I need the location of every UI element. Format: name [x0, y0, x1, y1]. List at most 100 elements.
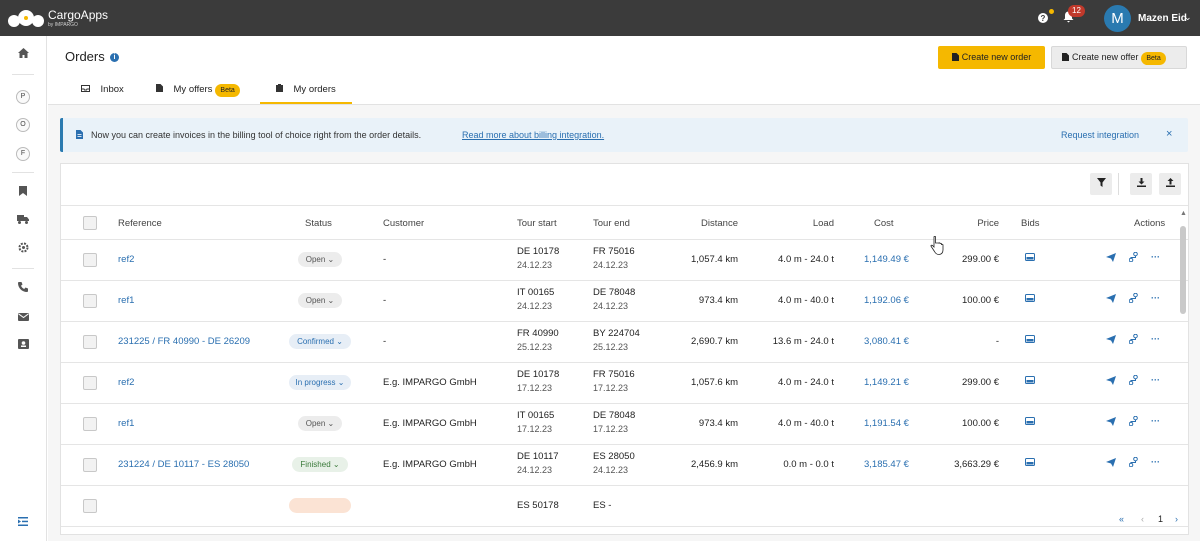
tab-my-offers[interactable]: My offers Beta [156, 84, 240, 104]
row-checkbox[interactable] [83, 499, 97, 513]
more-options-icon[interactable]: ··· [1151, 457, 1160, 467]
row-checkbox[interactable] [83, 458, 97, 472]
sidebar-item-p[interactable]: P [16, 90, 30, 104]
col-bids[interactable]: Bids [1021, 218, 1039, 229]
col-status[interactable]: Status [305, 218, 332, 229]
collapse-icon[interactable] [14, 516, 32, 532]
billing-integration-link[interactable]: Read more about billing integration. [462, 130, 604, 140]
cost-link[interactable]: 1,192.06 € [864, 295, 909, 306]
col-customer[interactable]: Customer [383, 218, 424, 229]
bookmark-icon[interactable] [14, 186, 32, 202]
send-icon[interactable] [1106, 335, 1116, 346]
more-options-icon[interactable]: ··· [1151, 334, 1160, 344]
status-dropdown[interactable]: Confirmed ⌄ [289, 334, 351, 349]
col-tour-start[interactable]: Tour start [517, 218, 557, 229]
table-row[interactable]: ref2 Open ⌄ - DE 10178 24.12.23 FR 75016 24.12… [61, 240, 1188, 281]
col-tour-end[interactable]: Tour end [593, 218, 630, 229]
table-row[interactable]: ref1 Open ⌄ E.g. IMPARGO GmbH IT 00165 17.12… [61, 404, 1188, 445]
sidebar-item-f[interactable]: F [16, 147, 30, 161]
truck-icon[interactable] [14, 214, 32, 230]
inbox-icon[interactable] [1025, 253, 1035, 263]
cost-link[interactable]: 1,149.21 € [864, 377, 909, 388]
user-name[interactable]: Mazen Eid [1138, 13, 1187, 24]
send-icon[interactable] [1106, 458, 1116, 469]
create-offer-button[interactable]: Create new offer Beta [1051, 46, 1187, 69]
help-icon[interactable]: ? [1036, 11, 1050, 25]
route-icon[interactable] [1128, 333, 1138, 346]
avatar[interactable]: M [1104, 5, 1131, 32]
send-icon[interactable] [1106, 294, 1116, 305]
inbox-icon[interactable] [1025, 294, 1035, 304]
filter-icon[interactable] [1090, 173, 1112, 195]
cost-link[interactable]: 3,185.47 € [864, 459, 909, 470]
table-row[interactable]: ES 50178 ES - [61, 486, 1188, 527]
route-icon[interactable] [1128, 251, 1138, 264]
page-number[interactable]: 1 [1158, 514, 1163, 524]
status-dropdown[interactable] [289, 498, 351, 513]
chevron-down-icon[interactable]: ⌄ [1184, 12, 1192, 23]
table-row[interactable]: 231224 / DE 10117 - ES 28050 Finished ⌄ E.… [61, 445, 1188, 486]
status-dropdown[interactable]: Open ⌄ [298, 293, 342, 308]
create-order-button[interactable]: Create new order [938, 46, 1045, 69]
first-page-icon[interactable]: « [1119, 514, 1124, 524]
mail-icon[interactable] [14, 311, 32, 327]
table-row[interactable]: ref1 Open ⌄ - IT 00165 24.12.23 DE 78048 24.12… [61, 281, 1188, 322]
inbox-icon[interactable] [1025, 376, 1035, 386]
col-price[interactable]: Price [941, 218, 999, 229]
table-row[interactable]: ref2 In progress ⌄ E.g. IMPARGO GmbH DE 101… [61, 363, 1188, 404]
order-reference-link[interactable]: 231225 / FR 40990 - DE 26209 [118, 336, 250, 347]
close-icon[interactable]: × [1166, 128, 1172, 140]
order-reference-link[interactable]: 231224 / DE 10117 - ES 28050 [118, 459, 249, 470]
info-icon[interactable]: i [110, 53, 119, 62]
row-checkbox[interactable] [83, 335, 97, 349]
route-icon[interactable] [1128, 415, 1138, 428]
col-reference[interactable]: Reference [118, 218, 162, 229]
phone-icon[interactable] [14, 282, 32, 298]
cost-link[interactable]: 3,080.41 € [864, 336, 909, 347]
tab-my-orders[interactable]: My orders [260, 84, 352, 104]
tab-inbox[interactable]: Inbox [81, 84, 124, 104]
row-checkbox[interactable] [83, 417, 97, 431]
inbox-icon[interactable] [1025, 417, 1035, 427]
table-row[interactable]: 231225 / FR 40990 - DE 26209 Confirmed ⌄ -… [61, 322, 1188, 363]
gear-icon[interactable] [14, 242, 32, 258]
route-icon[interactable] [1128, 456, 1138, 469]
prev-page-icon[interactable]: ‹ [1141, 514, 1144, 524]
upload-icon[interactable] [1159, 173, 1181, 195]
col-distance[interactable]: Distance [661, 218, 738, 229]
contact-card-icon[interactable] [14, 339, 32, 355]
col-load[interactable]: Load [757, 218, 834, 229]
scroll-up-icon[interactable]: ▲ [1180, 210, 1187, 217]
status-dropdown[interactable]: Finished ⌄ [292, 457, 348, 472]
row-checkbox[interactable] [83, 294, 97, 308]
request-integration-link[interactable]: Request integration [1061, 130, 1139, 140]
cost-link[interactable]: 1,149.49 € [864, 254, 909, 265]
row-checkbox[interactable] [83, 376, 97, 390]
inbox-icon[interactable] [1025, 458, 1035, 468]
order-reference-link[interactable]: ref2 [118, 254, 134, 265]
select-all-checkbox[interactable] [83, 216, 97, 230]
home-icon[interactable] [14, 48, 32, 64]
send-icon[interactable] [1106, 417, 1116, 428]
more-options-icon[interactable]: ··· [1151, 375, 1160, 385]
download-icon[interactable] [1130, 173, 1152, 195]
col-cost[interactable]: Cost [874, 218, 894, 229]
sidebar-item-o[interactable]: O [16, 118, 30, 132]
cost-link[interactable]: 1,191.54 € [864, 418, 909, 429]
inbox-icon[interactable] [1025, 335, 1035, 345]
send-icon[interactable] [1106, 253, 1116, 264]
more-options-icon[interactable]: ··· [1151, 293, 1160, 303]
cargoapps-logo[interactable] [6, 7, 46, 29]
next-page-icon[interactable]: › [1175, 514, 1178, 524]
route-icon[interactable] [1128, 292, 1138, 305]
status-dropdown[interactable]: Open ⌄ [298, 416, 342, 431]
row-checkbox[interactable] [83, 253, 97, 267]
order-reference-link[interactable]: ref2 [118, 377, 134, 388]
status-dropdown[interactable]: Open ⌄ [298, 252, 342, 267]
send-icon[interactable] [1106, 376, 1116, 387]
more-options-icon[interactable]: ··· [1151, 416, 1160, 426]
more-options-icon[interactable]: ··· [1151, 252, 1160, 262]
route-icon[interactable] [1128, 374, 1138, 387]
scrollbar-thumb[interactable] [1180, 226, 1186, 314]
status-dropdown[interactable]: In progress ⌄ [289, 375, 351, 390]
